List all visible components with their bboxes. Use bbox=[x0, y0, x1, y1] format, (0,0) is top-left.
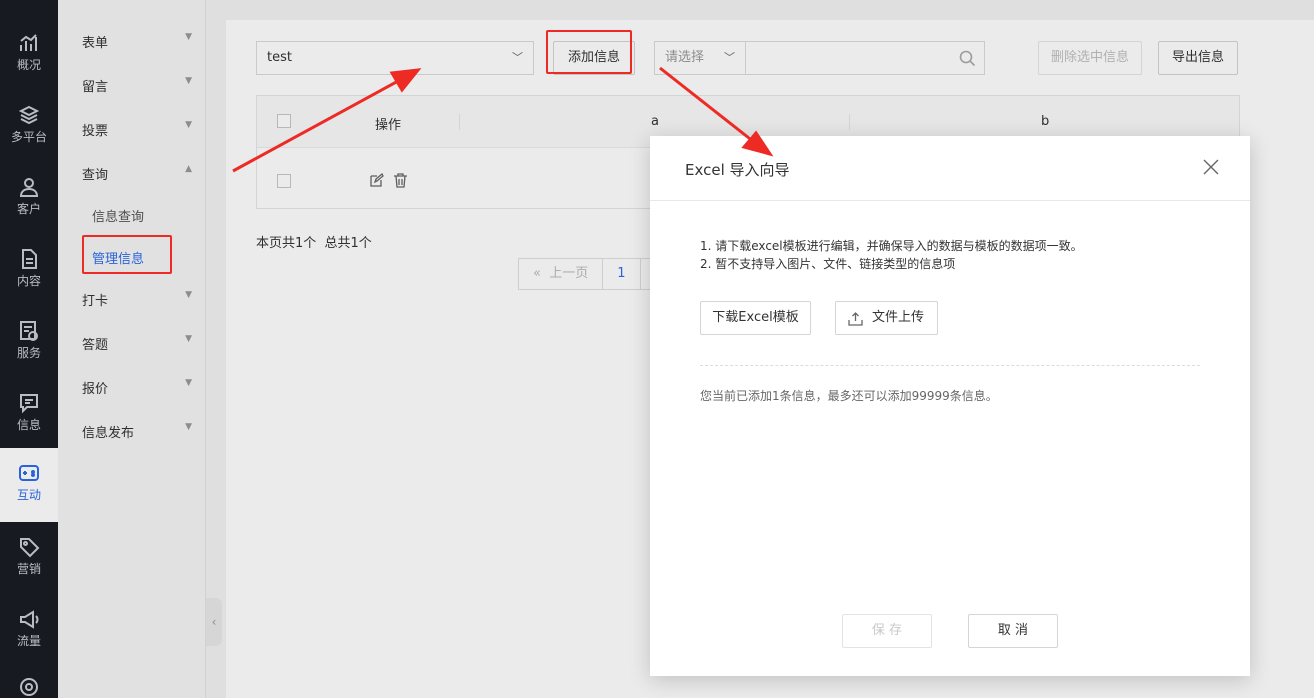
file-upload-button[interactable]: 文件上传 bbox=[835, 301, 938, 335]
upload-icon bbox=[848, 312, 863, 326]
divider bbox=[700, 365, 1200, 366]
file-upload-label: 文件上传 bbox=[872, 310, 925, 325]
instruction-line-1: 1. 请下载excel模板进行编辑，并确保导入的数据与模板的数据项一致。 bbox=[700, 239, 1083, 253]
save-button[interactable]: 保 存 bbox=[842, 614, 932, 648]
instruction-line-2: 2. 暂不支持导入图片、文件、链接类型的信息项 bbox=[700, 257, 956, 271]
dialog-title: Excel 导入向导 bbox=[685, 161, 790, 179]
info-count-text: 您当前已添加1条信息，最多还可以添加99999条信息。 bbox=[700, 389, 998, 403]
close-icon[interactable] bbox=[1202, 158, 1220, 176]
cancel-button[interactable]: 取 消 bbox=[968, 614, 1058, 648]
dialog-header: Excel 导入向导 bbox=[650, 136, 1250, 201]
annotation-highlight-add-button bbox=[546, 30, 632, 74]
download-template-button[interactable]: 下载Excel模板 bbox=[700, 301, 811, 335]
excel-import-dialog: Excel 导入向导 1. 请下载excel模板进行编辑，并确保导入的数据与模板… bbox=[650, 136, 1250, 676]
annotation-highlight-manage-info bbox=[82, 235, 172, 274]
